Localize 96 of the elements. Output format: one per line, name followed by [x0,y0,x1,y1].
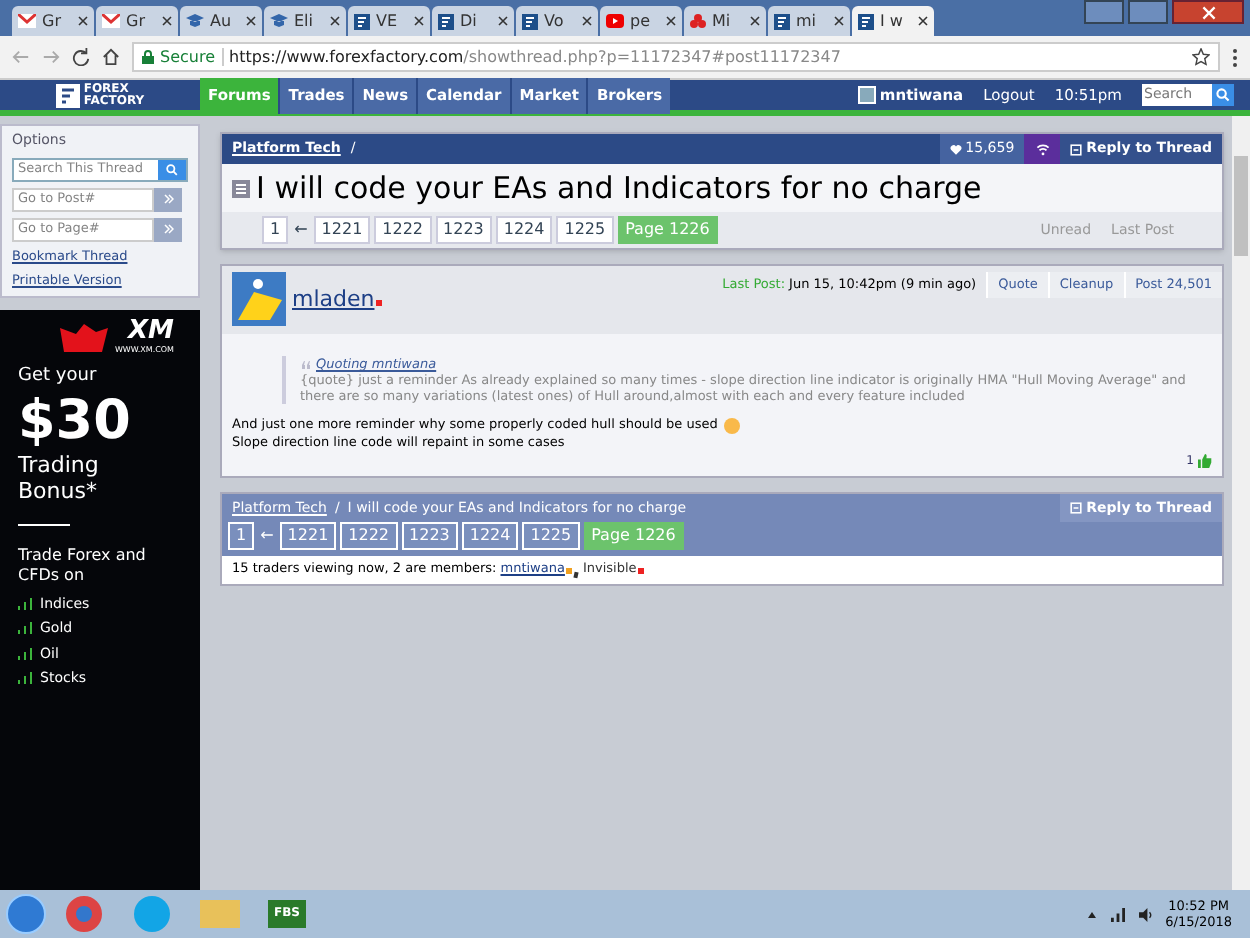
flower-icon [690,13,706,29]
close-icon[interactable] [162,16,172,26]
status-icon [638,567,645,573]
ad-text: Bonus* [18,477,99,503]
close-icon[interactable] [666,16,676,26]
graduation-cap-icon [270,14,288,28]
page-link[interactable]: 1221 [313,216,371,244]
author-link[interactable]: mladen [292,284,375,317]
forum-logo-icon [774,13,790,29]
tab-title: Au [210,9,232,33]
volume-icon[interactable] [1137,907,1154,921]
user-avatar-icon [857,86,876,104]
bar-chart-icon [18,672,32,685]
browser-tab[interactable]: Au [180,6,262,36]
reply-icon [1070,143,1083,155]
reload-icon[interactable] [72,48,90,66]
browser-tab[interactable]: pe [600,6,682,36]
bar-chart-icon [18,597,32,610]
close-icon[interactable] [582,16,592,26]
tab-title: VE [376,9,398,33]
search-icon[interactable] [1216,88,1230,102]
quote-mark-icon [300,359,312,369]
browser-tab[interactable]: I w [852,6,934,36]
tray-arrow-icon[interactable] [1085,909,1098,919]
smiley-icon [723,417,740,433]
search-icon[interactable] [166,163,178,175]
browser-tab[interactable]: Mi [684,6,766,36]
tab-title: pe [630,9,650,33]
address-field[interactable]: Secure https://www.forexfactory.com/showthread.php?p=11172347#post11172347 [132,42,1220,72]
ad-amount: $30 [18,391,133,451]
browser-icon[interactable] [66,896,102,932]
bar-chart-icon [18,622,32,635]
brand-text: XM [128,320,174,344]
close-button[interactable] [1172,0,1244,24]
start-button[interactable] [6,894,46,934]
tab-title: Vo [544,9,564,33]
ad-text: Trading [18,451,101,477]
mail-icon [18,14,36,28]
list-icon [232,179,250,197]
home-icon[interactable] [102,48,120,66]
ad-subhead: Trade Forex and CFDs on [18,545,148,585]
bar-chart-icon [18,647,32,660]
browser-tab[interactable]: mi [768,6,850,36]
browser-tab[interactable]: Di [432,6,514,36]
forum-logo-icon [522,13,538,29]
signal-icon[interactable] [1109,907,1126,921]
close-icon[interactable] [246,16,256,26]
thumbs-up-icon[interactable] [1198,454,1212,468]
page-link[interactable]: 1223 [435,216,492,244]
forum-logo-icon [438,13,454,29]
browser-tab[interactable]: VE [348,6,430,36]
scroll-thumb[interactable] [1234,156,1248,256]
page-link[interactable]: 1225 [556,216,614,244]
tab-title: Gr [42,9,61,33]
ad-headline: Get your [18,364,99,390]
close-icon[interactable] [414,16,424,26]
close-icon[interactable] [918,16,928,26]
url-text: https://www.forexfactory.com/showthread.php?p=11172347#post11172347 [229,45,841,69]
status-icon [566,567,573,573]
tab-title: Mi [712,9,731,33]
browser-tab[interactable]: Vo [516,6,598,36]
page-link[interactable]: 1222 [374,216,432,244]
page-arrow: ← [292,218,310,242]
page-link[interactable]: 1224 [495,216,553,244]
user-avatar-icon [232,272,286,326]
page-arrow: ← [258,524,276,548]
close-icon[interactable] [498,16,508,26]
tab-title: Gr [126,9,145,33]
lock-icon [142,50,154,64]
menu-icon[interactable] [1232,47,1238,67]
maximize-button[interactable] [1128,0,1168,24]
browser-tab[interactable]: Eli [264,6,346,36]
rss-icon[interactable] [1035,142,1050,156]
star-icon[interactable] [1192,48,1210,66]
page-link[interactable]: 1 [262,216,289,244]
mail-icon [102,14,120,28]
minimize-button[interactable] [1084,0,1124,24]
offline-status-icon [376,300,383,306]
thread-title: I will code your EAs and Indicators for no charge [256,167,982,210]
tab-title: Di [460,9,477,33]
graduation-cap-icon [186,14,204,28]
forum-logo-icon [354,13,370,29]
close-icon[interactable] [330,16,340,26]
secure-label: Secure [160,45,216,69]
tab-title: Eli [294,9,313,33]
close-icon[interactable] [750,16,760,26]
play-icon [606,14,624,28]
browser-tab[interactable]: Gr [12,6,94,36]
forum-logo-icon [858,13,874,29]
heart-icon [949,143,962,155]
close-icon[interactable] [78,16,88,26]
close-icon[interactable] [834,16,844,26]
tab-title: mi [796,9,817,33]
browser-tab[interactable]: Gr [96,6,178,36]
tab-title: I w [880,9,903,33]
reply-icon [1070,502,1083,514]
